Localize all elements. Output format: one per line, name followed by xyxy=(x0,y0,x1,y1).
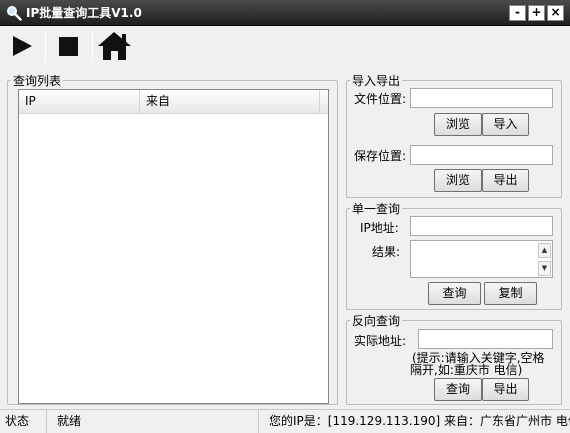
magnifier-icon xyxy=(7,6,22,21)
column-from[interactable]: 来自 xyxy=(140,90,320,114)
actual-address-input[interactable] xyxy=(418,329,553,349)
ip-address-label: IP地址: xyxy=(360,221,399,235)
reverse-query-button[interactable]: 查询 xyxy=(434,378,482,401)
stop-button[interactable] xyxy=(49,29,89,63)
close-button[interactable]: × xyxy=(547,5,564,21)
maximize-button[interactable]: + xyxy=(528,5,545,21)
title-bar[interactable]: IP批量查询工具V1.0 - + × xyxy=(0,0,570,26)
scroll-down-icon[interactable]: ▼ xyxy=(538,261,551,276)
status-value: 就绪 xyxy=(52,410,259,433)
hint-text-line2: 隔开,如:重庆市 电信) xyxy=(410,363,523,377)
import-export-title: 导入导出 xyxy=(352,74,401,88)
result-textarea[interactable]: ▲ ▼ xyxy=(410,240,553,278)
file-location-label: 文件位置: xyxy=(354,92,407,106)
save-location-label: 保存位置: xyxy=(354,149,407,163)
toolbar xyxy=(0,26,570,66)
file-location-input[interactable] xyxy=(410,88,553,108)
result-label: 结果: xyxy=(372,245,401,259)
list-header: IP 来自 xyxy=(19,90,328,114)
home-button[interactable] xyxy=(95,29,135,63)
actual-address-label: 实际地址: xyxy=(354,334,407,348)
status-label: 状态 xyxy=(0,410,47,433)
play-icon xyxy=(13,36,32,56)
minimize-button[interactable]: - xyxy=(509,5,526,21)
home-icon xyxy=(98,32,131,60)
reverse-query-title: 反向查询 xyxy=(352,314,401,328)
stop-icon xyxy=(59,37,78,56)
scroll-up-icon[interactable]: ▲ xyxy=(538,243,551,258)
reverse-export-button[interactable]: 导出 xyxy=(482,378,529,401)
toolbar-separator xyxy=(45,30,46,62)
window-title: IP批量查询工具V1.0 xyxy=(26,6,142,20)
save-location-input[interactable] xyxy=(410,145,553,165)
toolbar-separator xyxy=(92,30,93,62)
browse-file-button[interactable]: 浏览 xyxy=(434,113,482,136)
export-button[interactable]: 导出 xyxy=(482,169,529,192)
query-list-title: 查询列表 xyxy=(13,74,62,88)
single-query-title: 单一查询 xyxy=(352,202,401,216)
column-ip[interactable]: IP xyxy=(19,90,140,114)
start-button[interactable] xyxy=(4,29,44,63)
import-button[interactable]: 导入 xyxy=(482,113,529,136)
ip-info: 您的IP是：[119.129.113.190] 来自：广东省广州市 电信 xyxy=(269,414,570,428)
ip-address-input[interactable] xyxy=(410,216,553,236)
query-button[interactable]: 查询 xyxy=(428,282,481,305)
copy-button[interactable]: 复制 xyxy=(484,282,537,305)
status-bar: 状态 就绪 您的IP是：[119.129.113.190] 来自：广东省广州市 … xyxy=(0,409,570,433)
ip-list[interactable]: IP 来自 xyxy=(18,89,329,404)
browse-save-button[interactable]: 浏览 xyxy=(434,169,482,192)
